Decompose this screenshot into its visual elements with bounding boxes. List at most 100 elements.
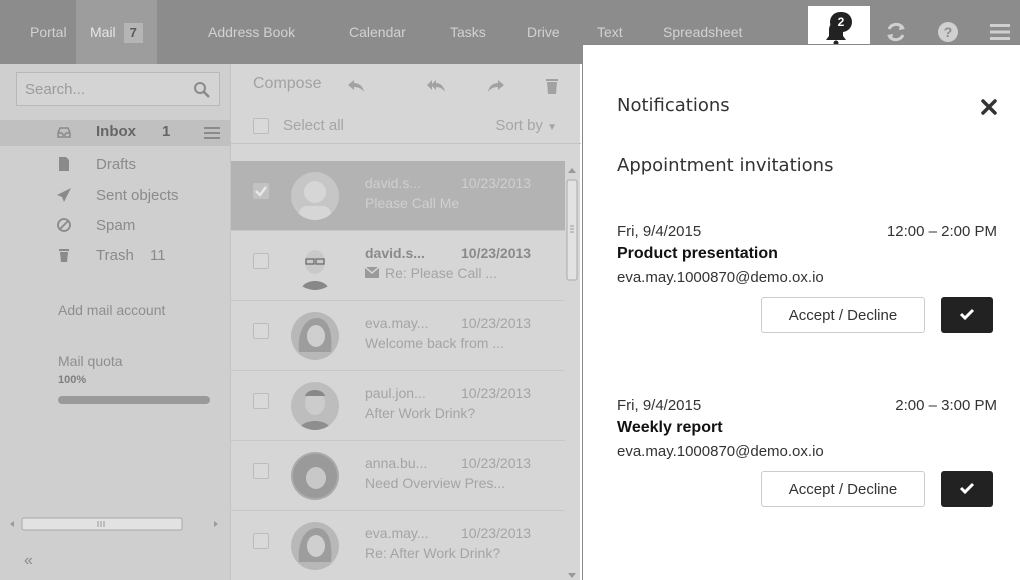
appointment-time: 12:00 – 2:00 PM <box>886 223 997 240</box>
select-all-label[interactable]: Select all <box>283 117 344 134</box>
mail-subject: Re: Please Call ... <box>385 265 498 281</box>
appointment-organizer: eva.may.1000870@demo.ox.io <box>617 269 824 286</box>
mail-toolbar: Compose <box>231 64 581 108</box>
envelope-icon <box>364 266 380 278</box>
mail-from: david.s... <box>365 245 425 261</box>
folder-sent[interactable]: Sent objects <box>0 185 230 211</box>
mail-from: eva.may... <box>365 315 429 331</box>
close-icon[interactable] <box>981 99 997 115</box>
folder-label: Spam <box>96 217 136 234</box>
vertical-scrollbar[interactable] <box>565 164 579 580</box>
mail-quota-bar <box>58 396 210 404</box>
mail-checkbox[interactable] <box>253 463 269 479</box>
mail-from: anna.bu... <box>365 455 428 471</box>
appointment-invitation: Fri, 9/4/2015 2:00 – 3:00 PM Weekly repo… <box>617 397 997 527</box>
app-mail[interactable]: Mail 7 <box>76 0 157 64</box>
mail-quota-percent: 100% <box>58 374 87 386</box>
accept-button[interactable] <box>941 297 993 333</box>
mail-subject: Please Call Me <box>365 195 460 211</box>
folder-drafts[interactable]: Drafts <box>0 154 230 180</box>
accept-button[interactable] <box>941 471 993 507</box>
mail-item[interactable]: paul.jon... 10/23/2013 After Work Drink? <box>231 371 565 441</box>
refresh-icon[interactable] <box>884 20 908 44</box>
help-icon[interactable]: ? <box>936 20 960 44</box>
app-calendar[interactable]: Calendar <box>349 0 406 64</box>
app-tasks[interactable]: Tasks <box>450 0 486 64</box>
check-icon <box>959 308 975 320</box>
collapse-sidebar-button[interactable]: « <box>24 552 33 570</box>
mail-date: 10/23/2013 <box>461 315 532 331</box>
mail-item[interactable]: anna.bu... 10/23/2013 Need Overview Pres… <box>231 441 565 511</box>
folder-label: Inbox <box>96 123 136 140</box>
accept-decline-button[interactable]: Accept / Decline <box>761 471 925 507</box>
appointment-invitation: Fri, 9/4/2015 12:00 – 2:00 PM Product pr… <box>617 223 997 353</box>
mail-date: 10/23/2013 <box>461 175 532 191</box>
avatar <box>291 242 339 290</box>
spam-icon <box>57 218 71 232</box>
mail-item[interactable]: eva.may... 10/23/2013 Welcome back from … <box>231 301 565 371</box>
mail-unread-badge: 7 <box>123 23 143 43</box>
mail-checkbox[interactable] <box>253 393 269 409</box>
mail-checkbox[interactable] <box>253 323 269 339</box>
mail-subject: After Work Drink? <box>365 405 476 421</box>
add-mail-account-link[interactable]: Add mail account <box>58 302 165 318</box>
delete-icon[interactable] <box>543 78 561 94</box>
caret-down-icon: ▼ <box>547 122 557 133</box>
svg-text:?: ? <box>944 24 953 40</box>
compose-button[interactable]: Compose <box>253 75 321 93</box>
appointment-invitations-heading: Appointment invitations <box>617 155 834 176</box>
appointment-date: Fri, 9/4/2015 <box>617 397 702 414</box>
folder-inbox[interactable]: Inbox 1 <box>0 120 230 146</box>
mail-checkbox[interactable] <box>253 533 269 549</box>
appointment-time: 2:00 – 3:00 PM <box>895 397 997 414</box>
mail-item[interactable]: eva.may... 10/23/2013 Re: After Work Dri… <box>231 511 565 580</box>
mail-subject: Need Overview Pres... <box>365 475 506 491</box>
folder-menu-icon[interactable] <box>204 126 220 140</box>
avatar <box>291 172 339 220</box>
folder-trash[interactable]: Trash 11 <box>0 245 230 271</box>
app-drive[interactable]: Drive <box>527 0 560 64</box>
select-all-checkbox[interactable] <box>253 118 269 134</box>
app-portal[interactable]: Portal <box>30 0 67 64</box>
mail-from: paul.jon... <box>365 385 426 401</box>
mail-subject: Welcome back from ... <box>365 335 505 351</box>
mail-item[interactable]: david.s... 10/23/2013 Re: Please Call ..… <box>231 231 565 301</box>
draft-icon <box>59 157 69 171</box>
mail-quota-label: Mail quota <box>58 353 123 369</box>
search-placeholder: Search... <box>25 81 86 98</box>
folder-label: Drafts <box>96 156 137 173</box>
folder-label: Sent objects <box>96 187 179 204</box>
folder-count: 11 <box>150 247 166 264</box>
app-address-book[interactable]: Address Book <box>208 0 295 64</box>
folder-count: 1 <box>162 123 171 140</box>
mail-checkbox[interactable] <box>253 253 269 269</box>
mail-date: 10/23/2013 <box>461 245 532 261</box>
avatar <box>291 382 339 430</box>
mail-date: 10/23/2013 <box>461 525 532 541</box>
appointment-title[interactable]: Product presentation <box>617 245 778 263</box>
search-icon[interactable] <box>193 81 211 99</box>
appointment-title[interactable]: Weekly report <box>617 419 723 437</box>
folder-sidebar: Search... Inbox 1 Drafts Sent objects Sp… <box>0 64 230 580</box>
notifications-title: Notifications <box>617 95 730 116</box>
mail-checkbox[interactable] <box>253 183 269 199</box>
reply-all-icon[interactable] <box>427 78 445 94</box>
avatar <box>291 452 339 500</box>
mail-date: 10/23/2013 <box>461 385 532 401</box>
folder-spam[interactable]: Spam <box>0 215 230 241</box>
send-icon <box>57 188 71 202</box>
sort-by-dropdown[interactable]: Sort by ▼ <box>495 117 557 134</box>
sort-by-label: Sort by <box>495 117 543 134</box>
menu-icon[interactable] <box>988 20 1012 44</box>
forward-icon[interactable] <box>487 78 505 94</box>
accept-decline-button[interactable]: Accept / Decline <box>761 297 925 333</box>
notification-count-badge: 2 <box>830 12 852 32</box>
app-mail-label: Mail <box>90 24 116 40</box>
appointment-date: Fri, 9/4/2015 <box>617 223 702 240</box>
search-input[interactable]: Search... <box>16 72 220 106</box>
mail-from: eva.may... <box>365 525 429 541</box>
mail-item[interactable]: david.s... 10/23/2013 Please Call Me <box>231 161 565 231</box>
inbox-icon <box>57 127 71 138</box>
reply-icon[interactable] <box>347 78 365 94</box>
horizontal-scrollbar[interactable] <box>8 516 220 532</box>
